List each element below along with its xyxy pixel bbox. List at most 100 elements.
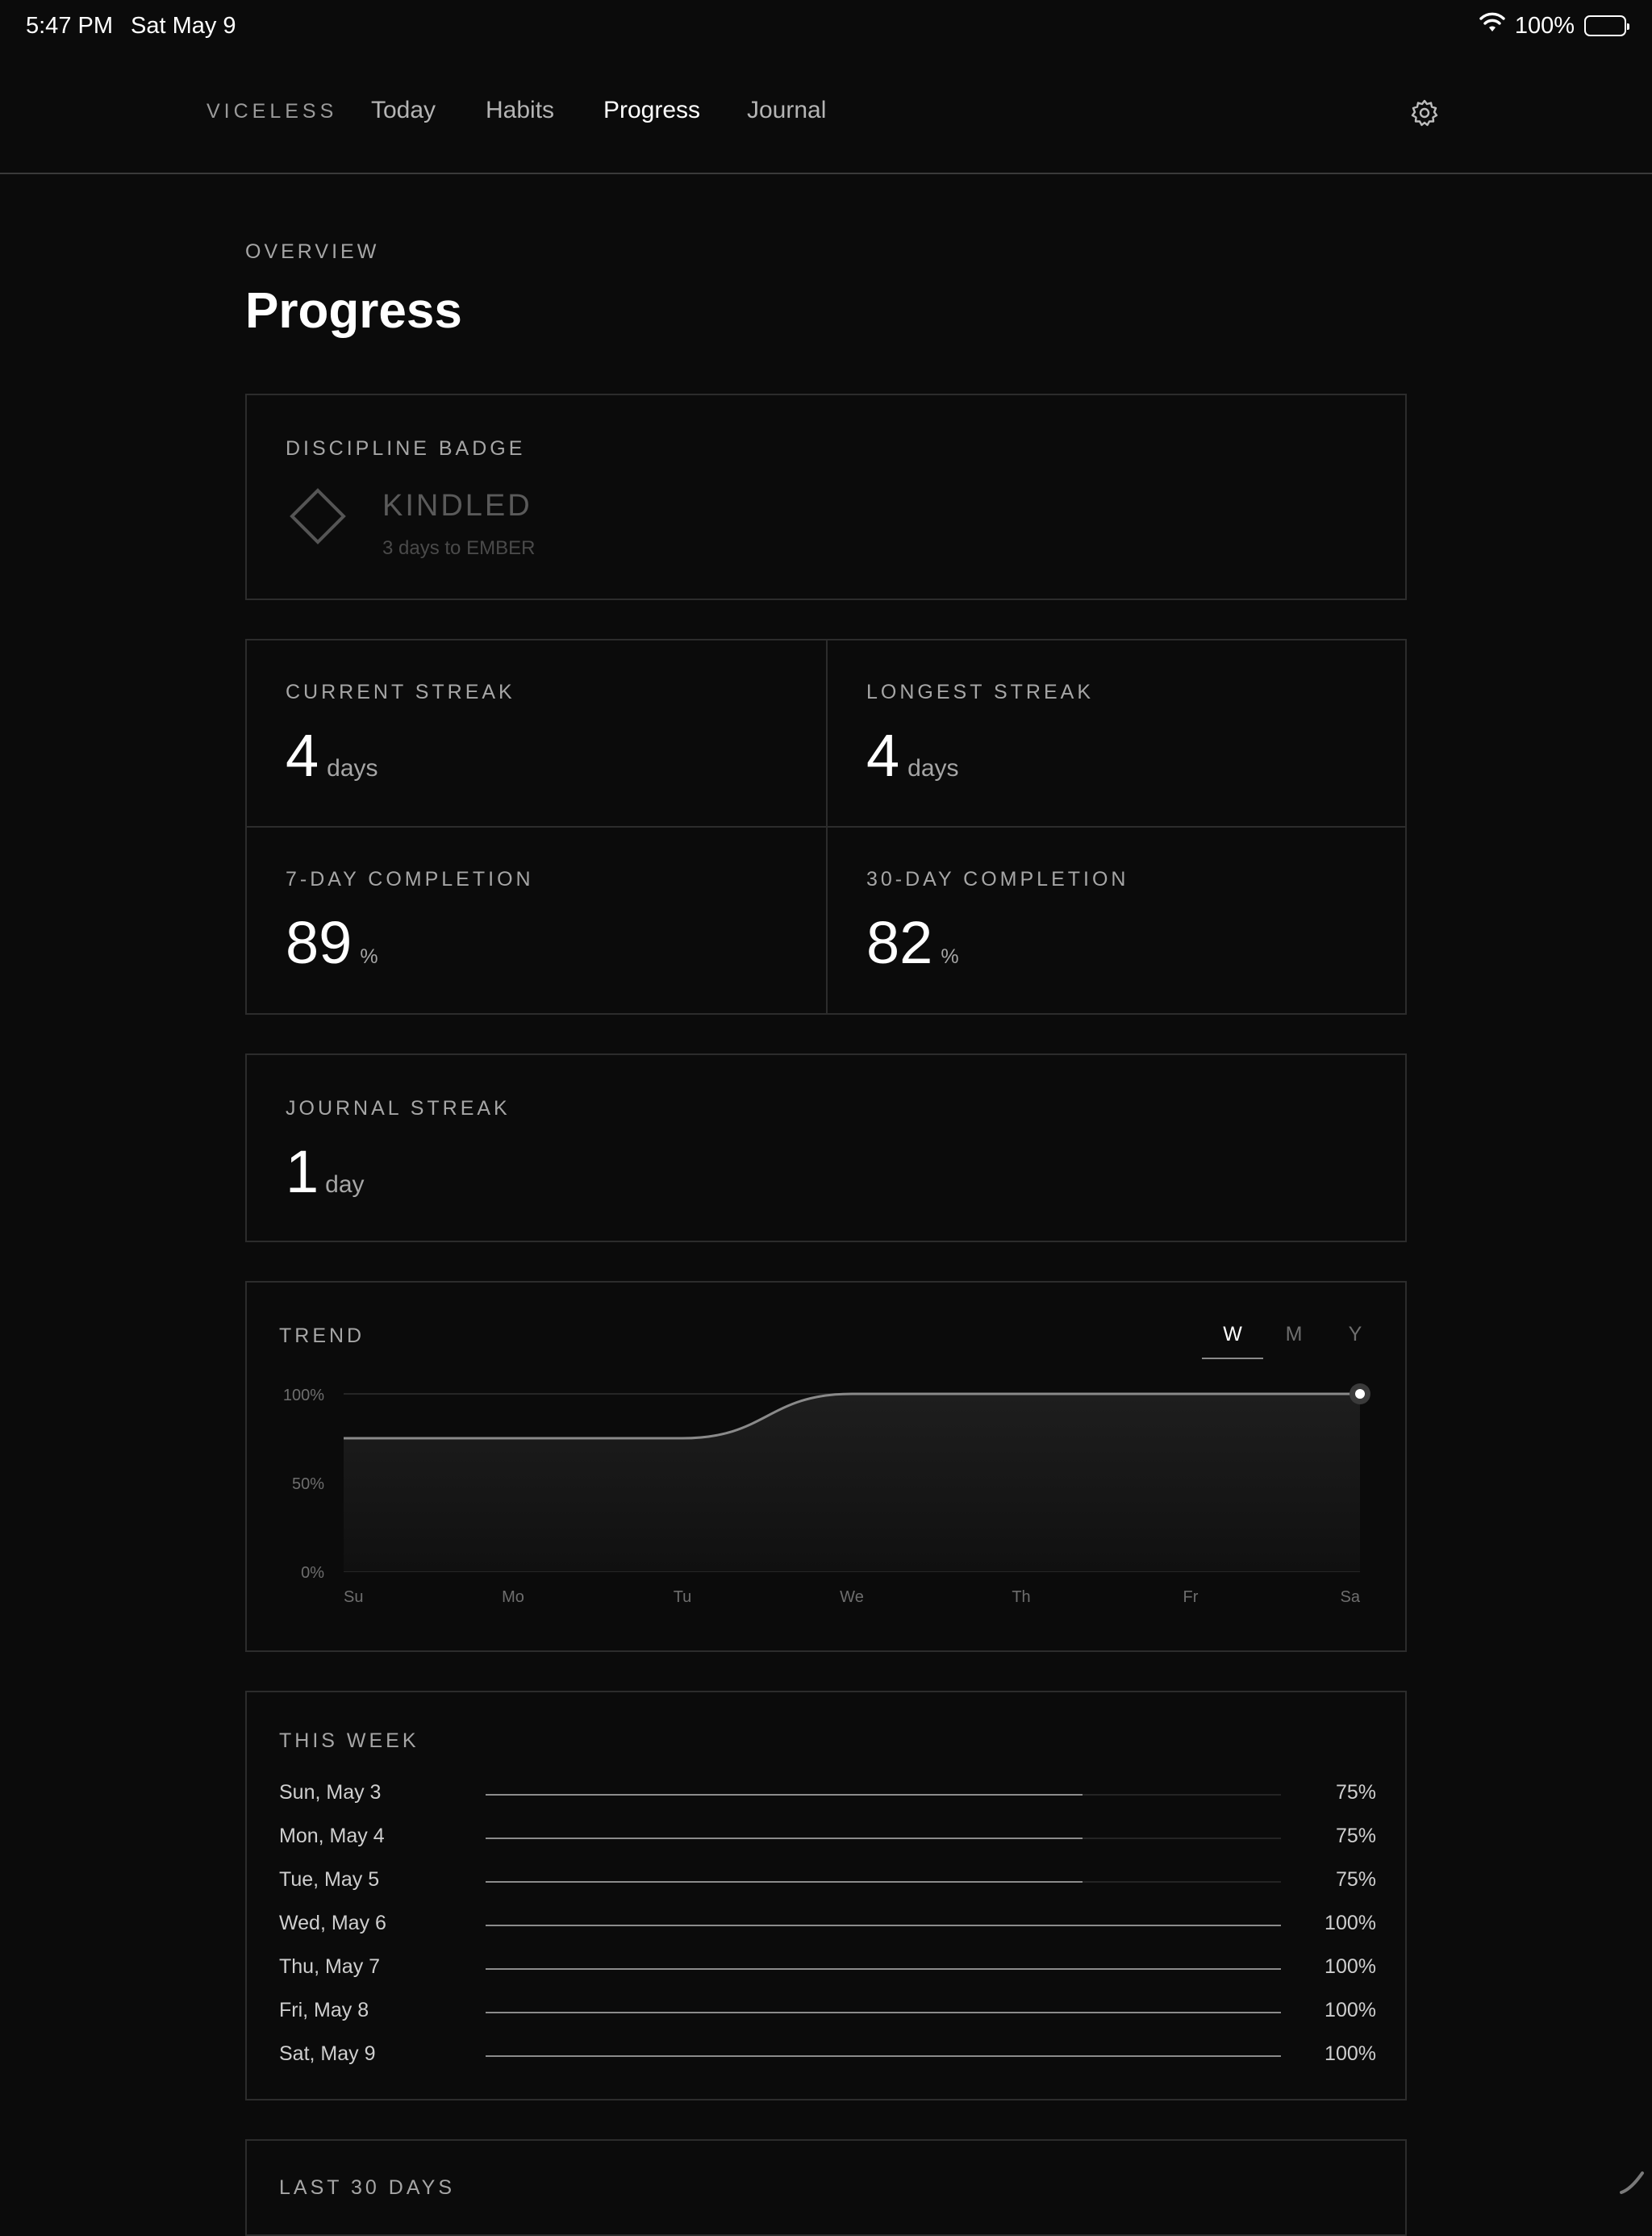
resize-handle-icon[interactable]	[1618, 2168, 1646, 2196]
week-row-percent: 100%	[1325, 1955, 1376, 1978]
this-week-label: THIS WEEK	[279, 1729, 419, 1752]
seven-day-completion-stat: 7-DAY COMPLETION 89 %	[247, 828, 811, 1013]
chart-current-point	[1355, 1389, 1365, 1399]
week-row: Mon, May 4 75%	[279, 1818, 1376, 1862]
week-row-percent: 75%	[1335, 1868, 1376, 1891]
stat-unit: days	[907, 755, 959, 782]
journal-streak-unit: day	[325, 1171, 365, 1198]
week-row-progress-track	[486, 1968, 1281, 1970]
chart-point-fr	[1188, 1391, 1193, 1396]
stat-unit: %	[941, 945, 959, 968]
badge-name: KINDLED	[382, 489, 532, 523]
chart-point-we	[849, 1391, 854, 1396]
chart-x-tick-label: Su	[344, 1588, 363, 1606]
week-row-progress-track	[486, 2055, 1281, 2057]
tab-progress[interactable]: Progress	[603, 97, 700, 124]
stats-grid: CURRENT STREAK 4 days LONGEST STREAK 4 d…	[245, 639, 1407, 1015]
battery-icon	[1584, 15, 1629, 36]
chart-y-tick-label: 100%	[283, 1387, 324, 1404]
chart-y-tick-label: 50%	[292, 1475, 324, 1493]
chart-point-su	[341, 1436, 346, 1441]
stat-label: 7-DAY COMPLETION	[286, 868, 534, 891]
chart-area-fill	[344, 1394, 1360, 1571]
week-row-percent: 100%	[1325, 2042, 1376, 2065]
tab-today[interactable]: Today	[371, 97, 436, 124]
week-row-progress-track	[486, 1794, 1281, 1796]
chart-x-tick-label: We	[840, 1588, 864, 1606]
stat-value: 82	[866, 909, 933, 976]
page-title: Progress	[245, 283, 462, 339]
week-row-progress-bar	[486, 1968, 1281, 1970]
badge-label: DISCIPLINE BADGE	[286, 437, 526, 460]
last-30-days-card: LAST 30 DAYS	[245, 2139, 1407, 2236]
week-row: Tue, May 5 75%	[279, 1862, 1376, 1905]
current-streak-stat: CURRENT STREAK 4 days	[247, 640, 811, 826]
week-row-percent: 100%	[1325, 1912, 1376, 1934]
longest-streak-stat: LONGEST STREAK 4 days	[828, 640, 1392, 826]
week-row-progress-bar	[486, 1925, 1281, 1926]
chart-y-tick-label: 0%	[301, 1564, 324, 1582]
stat-label: 30-DAY COMPLETION	[866, 868, 1129, 891]
trend-label: TREND	[279, 1324, 365, 1347]
trend-card: 100% 50% 0% Su Mo Tu We Th Fr Sa TREND W M Y	[245, 1281, 1407, 1652]
brand-logo[interactable]: VICELESS	[206, 100, 337, 123]
range-tab-month[interactable]: M	[1263, 1323, 1325, 1359]
thirty-day-completion-stat: 30-DAY COMPLETION 82 %	[828, 828, 1392, 1013]
week-row-day: Thu, May 7	[279, 1955, 381, 1978]
status-date: Sat May 9	[131, 12, 236, 39]
chart-point-th	[1019, 1391, 1024, 1396]
journal-streak-label: JOURNAL STREAK	[286, 1097, 511, 1120]
week-row-day: Mon, May 4	[279, 1825, 385, 1847]
week-row-percent: 75%	[1335, 1825, 1376, 1847]
week-row-progress-track	[486, 1881, 1281, 1883]
stat-unit: days	[327, 755, 378, 782]
stat-label: CURRENT STREAK	[286, 681, 515, 703]
chart-point-mo	[511, 1436, 515, 1441]
chart-x-tick-label: Sa	[1341, 1588, 1361, 1606]
chart-x-tick-label: Tu	[674, 1588, 692, 1606]
stat-value: 4	[866, 722, 900, 789]
range-tabs: W M Y	[1202, 1323, 1386, 1359]
stat-value: 4	[286, 722, 319, 789]
week-row: Fri, May 8 100%	[279, 1992, 1376, 2036]
chart-x-tick-label: Mo	[502, 1588, 524, 1606]
battery-percent: 100%	[1514, 12, 1575, 39]
page-overline: OVERVIEW	[245, 240, 380, 263]
wifi-icon	[1479, 12, 1505, 40]
week-row-progress-bar	[486, 2055, 1281, 2057]
week-row-progress-bar	[486, 1881, 1083, 1883]
week-row-day: Fri, May 8	[279, 1999, 369, 2021]
range-tab-week[interactable]: W	[1202, 1323, 1263, 1359]
week-row-progress-bar	[486, 1794, 1083, 1796]
week-row-day: Wed, May 6	[279, 1912, 386, 1934]
chart-x-tick-label: Fr	[1183, 1588, 1199, 1606]
tab-journal[interactable]: Journal	[747, 97, 826, 124]
status-bar: 5:47 PM Sat May 9 100%	[0, 0, 1652, 52]
chart-x-tick-label: Th	[1012, 1588, 1030, 1606]
week-row-percent: 75%	[1335, 1781, 1376, 1804]
top-nav: VICELESS Today Habits Progress Journal	[0, 52, 1652, 174]
week-row-progress-bar	[486, 2012, 1281, 2013]
this-week-card: THIS WEEK Sun, May 3 75% Mon, May 4 75% Tue,…	[245, 1691, 1407, 2100]
week-row: Sun, May 3 75%	[279, 1775, 1376, 1818]
status-time: 5:47 PM	[26, 12, 113, 39]
stat-value: 89	[286, 909, 353, 976]
week-row-progress-track	[486, 1925, 1281, 1926]
journal-streak-card: JOURNAL STREAK 1 day	[245, 1053, 1407, 1242]
chart-point-tu	[680, 1436, 685, 1441]
gear-icon[interactable]	[1410, 98, 1439, 127]
week-row-progress-bar	[486, 1838, 1083, 1839]
week-row: Wed, May 6 100%	[279, 1905, 1376, 1949]
week-row-progress-track	[486, 2012, 1281, 2013]
week-row-day: Tue, May 5	[279, 1868, 380, 1891]
range-tab-year[interactable]: Y	[1325, 1323, 1386, 1359]
stat-label: LONGEST STREAK	[866, 681, 1094, 703]
badge-subtitle: 3 days to EMBER	[382, 537, 536, 559]
diamond-icon	[286, 484, 350, 549]
week-row-day: Sun, May 3	[279, 1781, 382, 1804]
week-row-percent: 100%	[1325, 1999, 1376, 2021]
week-row-day: Sat, May 9	[279, 2042, 376, 2065]
tab-habits[interactable]: Habits	[486, 97, 554, 124]
stat-unit: %	[360, 945, 378, 968]
discipline-badge-card: DISCIPLINE BADGE KINDLED 3 days to EMBER	[245, 394, 1407, 600]
